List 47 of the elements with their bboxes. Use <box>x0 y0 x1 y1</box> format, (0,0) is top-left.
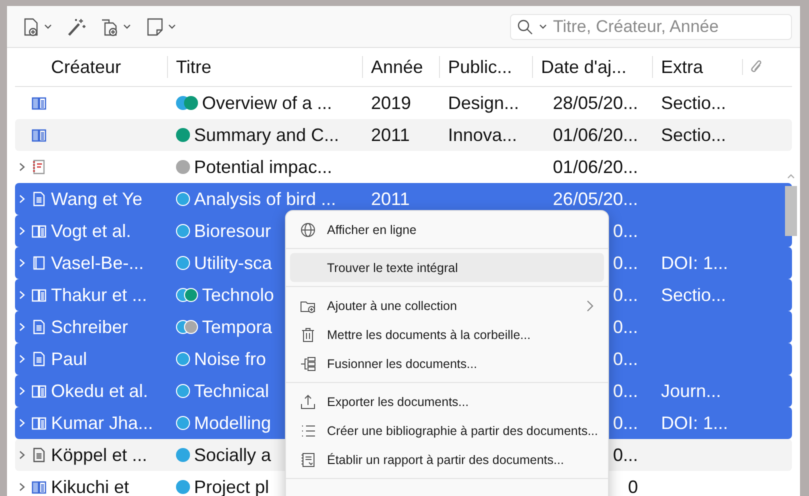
table-cell: Köppel et ... <box>51 444 148 466</box>
table-cell: Paul <box>51 348 88 370</box>
table-cell: Overview of a ... <box>202 92 332 114</box>
table-cell: 2011 <box>371 124 410 146</box>
table-cell: DOI: 1... <box>661 252 728 274</box>
table-cell: Journ... <box>661 380 722 402</box>
table-cell: Noise fro <box>194 348 266 370</box>
table-cell: Kikuchi et <box>51 476 130 496</box>
table-cell: Modelling <box>194 412 272 434</box>
table-cell: 2011 <box>371 188 410 210</box>
table-cell: Vogt et al. <box>51 220 132 242</box>
table-cell: 01/06/20... <box>552 156 638 178</box>
table-cell: Technical <box>194 380 270 402</box>
table-cell: Sectio... <box>661 92 726 114</box>
table-cell: Wang et Ye <box>51 188 142 210</box>
table-cell: Thakur et ... <box>51 284 148 306</box>
table-cell: Sectio... <box>661 124 726 146</box>
table-cell: Tempora <box>202 316 272 338</box>
table-cell: Schreiber <box>51 316 128 338</box>
table-cell: 0... <box>612 284 638 306</box>
table-cell: Bioresour <box>194 220 272 242</box>
table-cell: Okedu et al. <box>51 380 148 402</box>
table-cell: 01/06/20... <box>552 124 638 146</box>
table-cell: 26/05/20... <box>552 188 638 210</box>
table-cell: Design... <box>448 92 520 114</box>
table-cell: 0... <box>612 412 638 434</box>
table-cell: 0... <box>612 220 638 242</box>
table-cell: Sectio... <box>661 284 726 306</box>
table-cell: Innova... <box>448 124 518 146</box>
table-cell: 0... <box>612 444 638 466</box>
table-cell: 28/05/20... <box>552 92 638 114</box>
table-cell: 0 <box>628 476 638 496</box>
table-cell: Utility-sca <box>194 252 272 274</box>
table-cell: Project pl <box>194 476 270 496</box>
table-cell: 0... <box>612 348 638 370</box>
table-cell: Socially a <box>194 444 272 466</box>
table-cell: 0... <box>612 252 638 274</box>
table-cell: Kumar Jha... <box>51 412 154 434</box>
table-cell: Analysis of bird ... <box>194 188 336 210</box>
table-cell: Technolo <box>202 284 274 306</box>
table-cell: Potential impac... <box>194 156 332 178</box>
table-cell: Vasel-Be-... <box>51 252 144 274</box>
table-cell: Summary and C... <box>194 124 340 146</box>
table-cell: 0... <box>612 316 638 338</box>
table-cell: 2019 <box>371 92 412 114</box>
table-cell: 0... <box>612 380 638 402</box>
table-cell: DOI: 1... <box>661 412 728 434</box>
